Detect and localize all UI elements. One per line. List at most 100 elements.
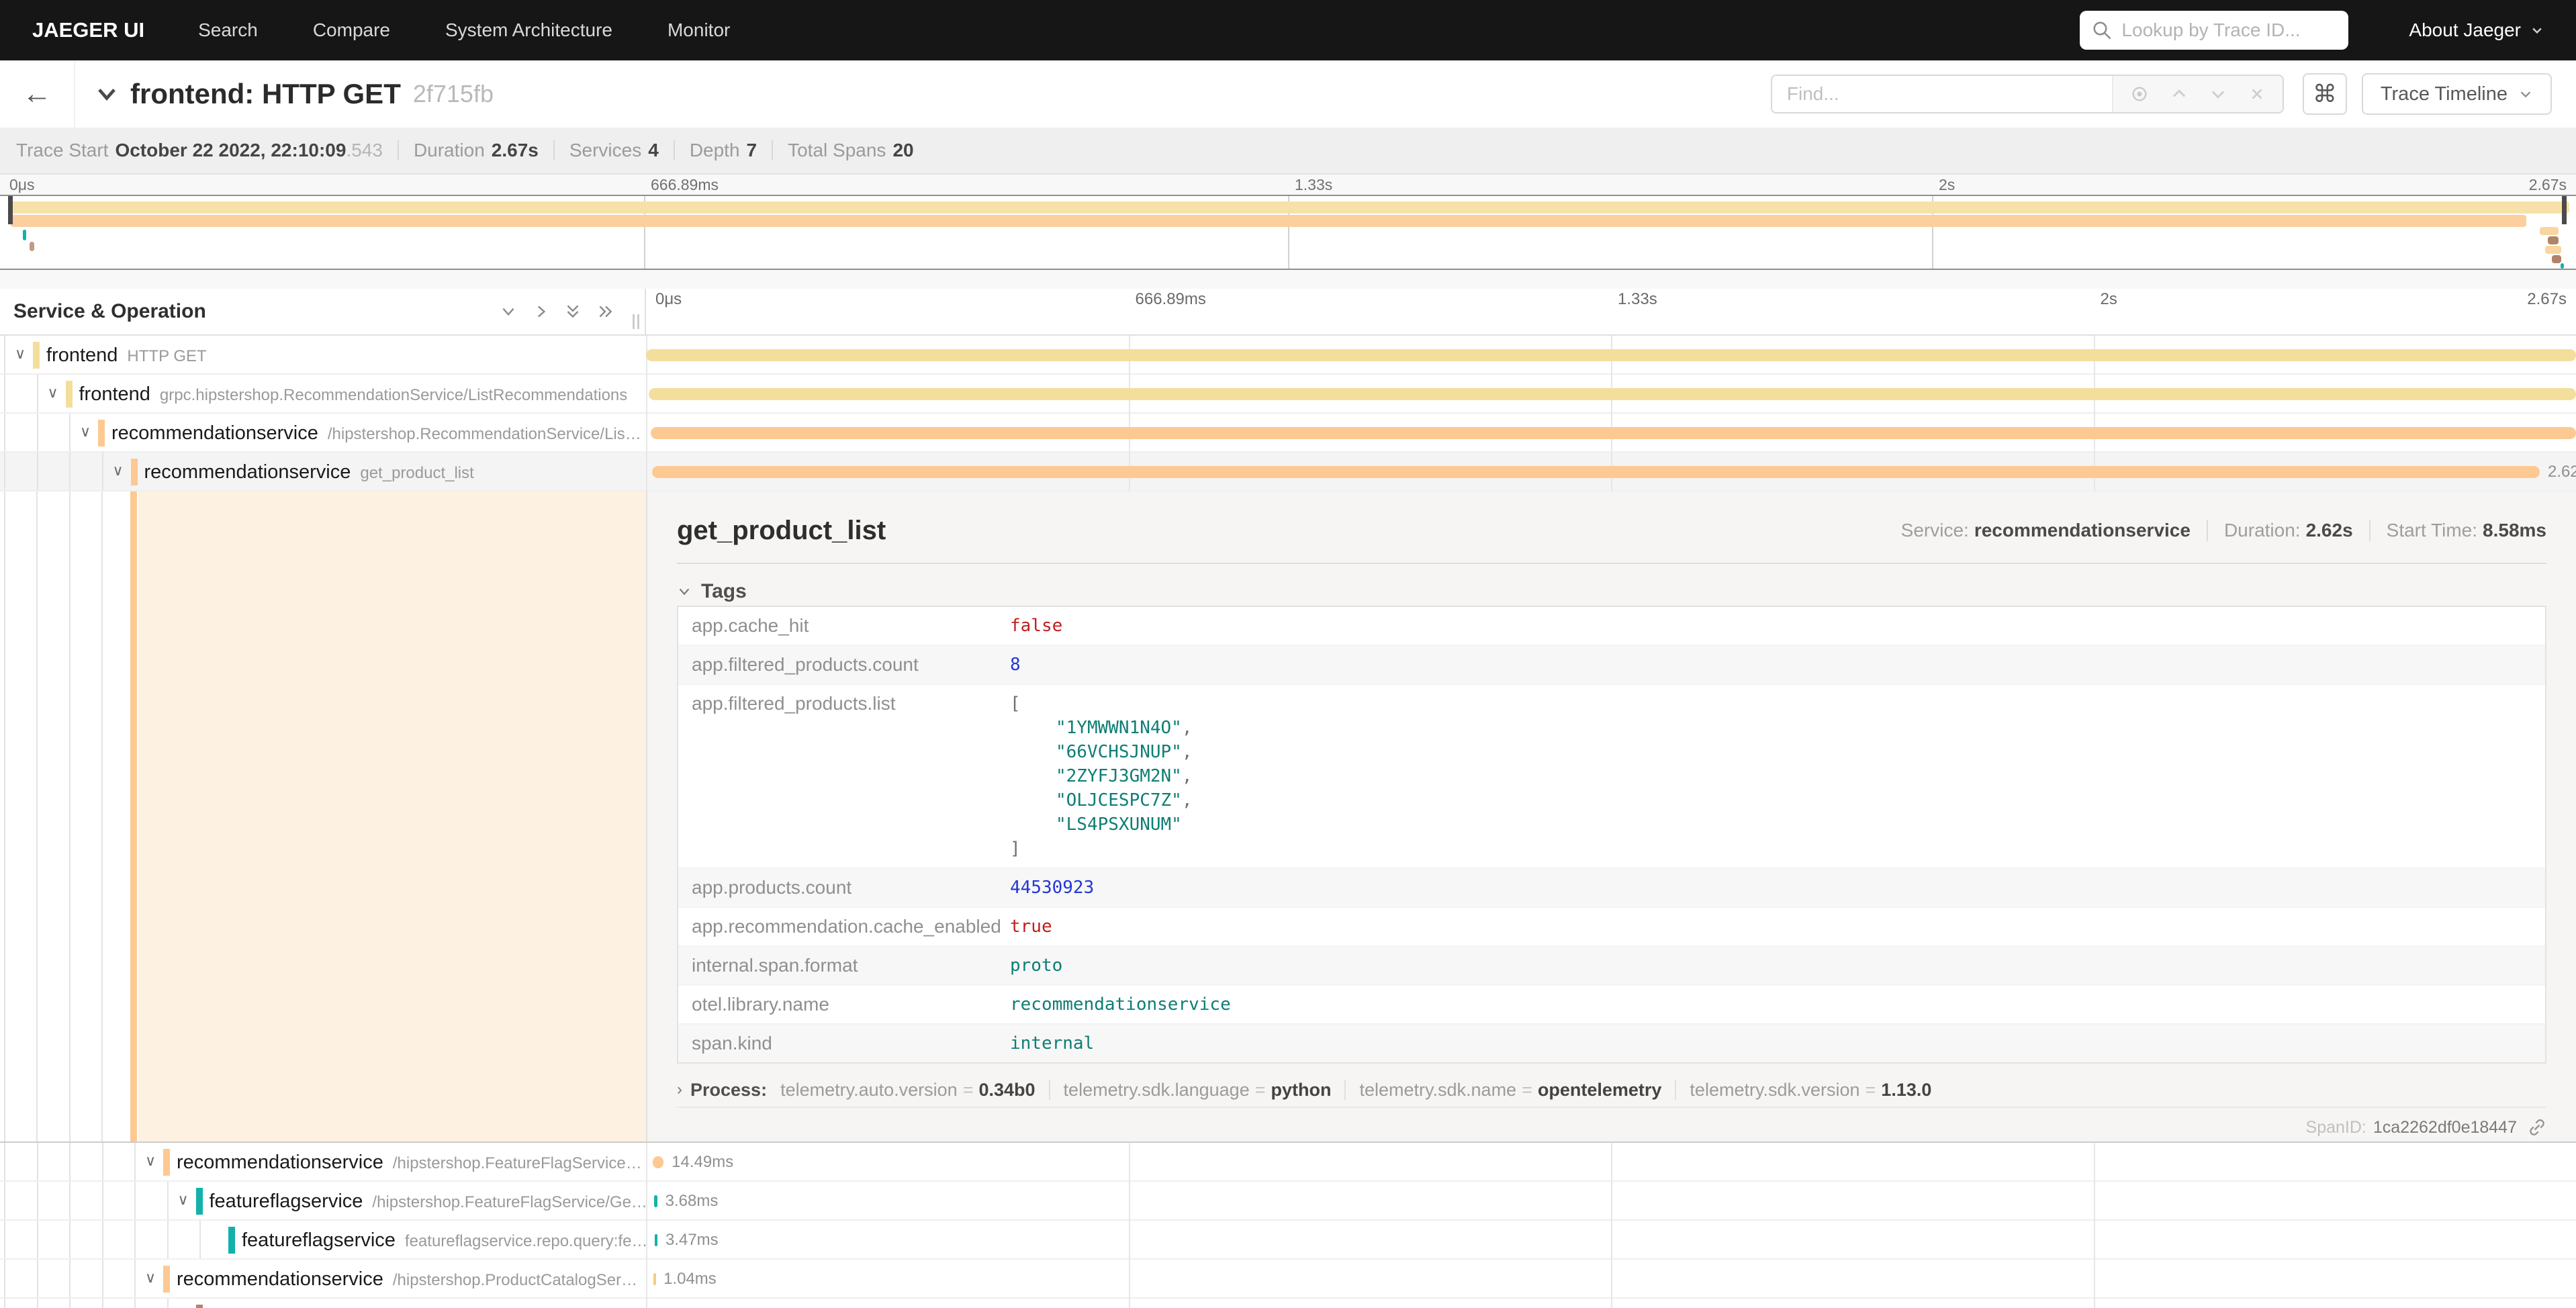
service-name: recommendationservice xyxy=(177,1268,383,1290)
timeline-minimap[interactable] xyxy=(0,195,2576,270)
chevron-down-icon xyxy=(2209,85,2227,103)
span-duration-label: 1.04ms xyxy=(663,1260,717,1297)
span-duration-label: 3.68ms xyxy=(665,1182,719,1219)
selected-span-tint xyxy=(138,492,646,1141)
expand-all-button[interactable] xyxy=(596,303,614,320)
top-nav: JAEGER UI Search Compare System Architec… xyxy=(0,0,2576,60)
column-resize-grip[interactable] xyxy=(633,314,639,329)
process-section-toggle[interactable]: › Process: telemetry.auto.version=0.34b0… xyxy=(677,1073,2546,1108)
process-entry: telemetry.sdk.version=1.13.0 xyxy=(1690,1080,1931,1101)
row-collapse-chevron-icon[interactable]: ∨ xyxy=(113,453,124,490)
span-duration-bar[interactable] xyxy=(646,349,2576,361)
service-color-bar xyxy=(66,381,73,408)
operation-name: /hipstershop.RecommendationService/Lis… xyxy=(328,425,641,443)
service-color-bar xyxy=(131,459,138,485)
minimap-right-handle[interactable] xyxy=(2562,196,2567,224)
span-duration-label: 2.62s xyxy=(2548,453,2576,490)
span-duration-bar[interactable] xyxy=(649,388,2576,400)
ruler-tick-label: 1.33s xyxy=(1295,176,1332,194)
nav-item-search[interactable]: Search xyxy=(198,19,258,41)
timeline-ruler: 0μs666.89ms1.33s2s2.67s xyxy=(646,289,2576,334)
chevron-right-icon: › xyxy=(677,1080,682,1099)
operation-name: featureflagservice.repo.query:fe… xyxy=(405,1232,646,1250)
service-color-bar xyxy=(163,1266,170,1293)
span-row[interactable]: ∨ recommendationservice/hipstershop.Produ… xyxy=(0,1260,2576,1299)
about-jaeger-menu[interactable]: About Jaeger xyxy=(2409,19,2544,41)
span-rows-bottom: ∨ recommendationservice/hipstershop.Featu… xyxy=(0,1143,2576,1308)
tag-row: app.products.count44530923 xyxy=(678,869,2545,908)
span-duration-bar[interactable] xyxy=(651,427,2576,439)
span-duration-bar[interactable] xyxy=(652,466,2540,478)
span-duration-bar[interactable] xyxy=(654,1195,657,1207)
tag-row: app.filtered_products.list["1YMWWN1N4O",… xyxy=(678,685,2545,869)
row-collapse-chevron-icon[interactable]: ∨ xyxy=(48,375,58,412)
span-row[interactable]: ∨recommendationserviceget_product_list2.… xyxy=(0,453,2576,492)
copy-link-button[interactable] xyxy=(2528,1118,2546,1137)
prev-match-button[interactable] xyxy=(2170,85,2189,103)
trace-id-lookup-input[interactable] xyxy=(2121,19,2336,41)
minimap-span xyxy=(30,242,34,251)
tag-value: recommendationservice xyxy=(1010,986,2545,1023)
span-duration-bar[interactable] xyxy=(653,1156,663,1168)
row-collapse-chevron-icon[interactable]: ∨ xyxy=(15,336,26,373)
row-collapse-chevron-icon[interactable]: ∨ xyxy=(80,414,91,451)
service-operation-header: Service & Operation xyxy=(13,300,500,323)
operation-name: /hipstershop.FeatureFlagService/Ge… xyxy=(372,1193,646,1211)
service-name: recommendationservice xyxy=(177,1152,383,1173)
span-duration-bar[interactable] xyxy=(653,1273,656,1285)
trace-header: ← frontend: HTTP GET 2f715fb ⌘ xyxy=(0,60,2576,128)
collapse-all-button[interactable] xyxy=(564,303,582,320)
trace-collapse-toggle[interactable] xyxy=(94,81,120,107)
operation-name: HTTP GET xyxy=(127,347,206,365)
minimap-left-handle[interactable] xyxy=(8,196,13,224)
focus-match-button[interactable] xyxy=(2130,85,2149,103)
span-row[interactable]: featureflagservicefeatureflagservice.rep… xyxy=(0,1221,2576,1260)
span-rows-top: ∨frontendHTTP GET∨frontendgrpc.hipstersh… xyxy=(0,336,2576,492)
span-detail-title: get_product_list xyxy=(677,516,1901,546)
next-match-button[interactable] xyxy=(2209,85,2227,103)
span-row[interactable]: ∨recommendationservice/hipstershop.Featu… xyxy=(0,1143,2576,1182)
span-row[interactable]: ∨featureflagservice/hipstershop.FeatureF… xyxy=(0,1182,2576,1221)
nav-item-compare[interactable]: Compare xyxy=(313,19,390,41)
back-button[interactable]: ← xyxy=(0,60,75,128)
ruler-tick-label: 0μs xyxy=(655,290,682,309)
keyboard-shortcuts-button[interactable]: ⌘ xyxy=(2303,73,2347,115)
find-input[interactable] xyxy=(1772,76,2112,112)
service-color-bar xyxy=(228,1227,235,1254)
span-row[interactable]: ∨frontendHTTP GET xyxy=(0,336,2576,375)
span-id-footer: SpanID: 1ca2262df0e18447 xyxy=(677,1115,2546,1140)
minimap-ruler: 0μs666.89ms1.33s2s2.67s xyxy=(0,175,2576,195)
row-collapse-chevron-icon[interactable]: ∨ xyxy=(145,1260,156,1297)
service-color-bar xyxy=(33,342,40,369)
span-detail-panel: get_product_list Service: recommendation… xyxy=(646,492,2576,1141)
collapse-one-button[interactable] xyxy=(500,303,517,320)
span-row[interactable]: ∨recommendationservice/hipstershop.Recom… xyxy=(0,414,2576,453)
span-duration-bar[interactable] xyxy=(655,1234,657,1246)
timeline-header: Service & Operation 0μs666.89ms1.33s2s2.… xyxy=(0,289,2576,336)
tag-row: otel.library.namerecommendationservice xyxy=(678,986,2545,1025)
service-color-bar xyxy=(163,1149,170,1176)
trace-view-selector[interactable]: Trace Timeline xyxy=(2362,73,2552,115)
process-entry: telemetry.sdk.language=python xyxy=(1064,1080,1332,1101)
row-collapse-chevron-icon[interactable]: ∨ xyxy=(145,1143,156,1180)
tag-row: app.filtered_products.count8 xyxy=(678,646,2545,685)
span-detail-lane xyxy=(0,492,646,1141)
ruler-tick-label: 666.89ms xyxy=(1136,290,1206,309)
chevron-up-icon xyxy=(2170,85,2189,103)
span-row[interactable] xyxy=(0,1299,2576,1308)
tag-key: app.filtered_products.count xyxy=(678,646,1010,684)
clear-find-button[interactable] xyxy=(2248,85,2266,103)
tag-key: internal.span.format xyxy=(678,947,1010,984)
operation-name: /hipstershop.ProductCatalogSer… xyxy=(393,1271,637,1289)
tag-row: span.kindinternal xyxy=(678,1025,2545,1062)
tags-section-toggle[interactable]: Tags xyxy=(677,577,2546,606)
jaeger-logo[interactable]: JAEGER UI xyxy=(32,18,144,42)
row-collapse-chevron-icon[interactable]: ∨ xyxy=(178,1182,189,1219)
link-icon xyxy=(2528,1118,2546,1137)
span-row[interactable]: ∨frontendgrpc.hipstershop.Recommendation… xyxy=(0,375,2576,414)
nav-item-monitor[interactable]: Monitor xyxy=(668,19,730,41)
find-controls xyxy=(2112,76,2283,112)
expand-one-button[interactable] xyxy=(532,303,549,320)
nav-item-system-architecture[interactable]: System Architecture xyxy=(445,19,612,41)
target-icon xyxy=(2130,85,2149,103)
